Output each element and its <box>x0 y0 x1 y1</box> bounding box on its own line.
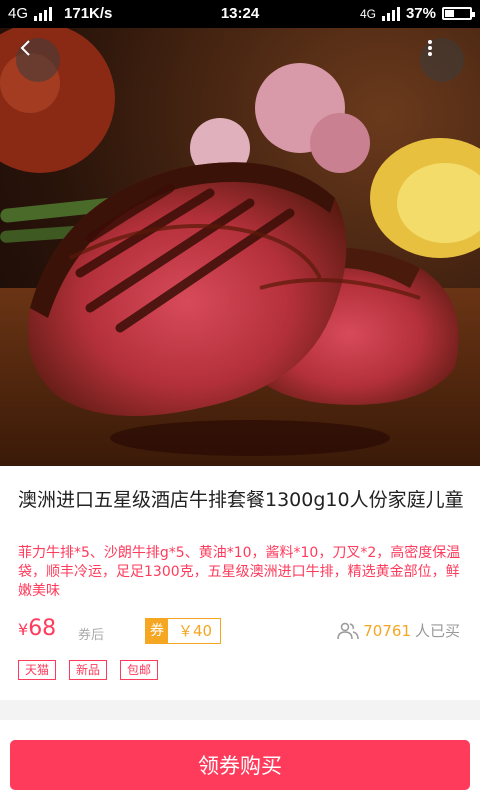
more-vertical-icon <box>428 40 432 56</box>
sold-suffix: 人已买 <box>414 622 460 640</box>
battery-icon <box>442 7 475 20</box>
steak-illustration <box>0 28 480 466</box>
signal-icon-right <box>381 6 400 21</box>
product-info: 澳洲进口五星级酒店牛排套餐1300g10人份家庭儿童 菲力牛排*5、沙朗牛排g*… <box>0 466 480 700</box>
tag-new: 新品 <box>69 660 108 680</box>
battery-percent: 37% <box>405 5 436 22</box>
chevron-left-icon <box>20 40 30 56</box>
users-icon <box>337 622 360 639</box>
bottom-bar: 领券购买 <box>0 720 480 800</box>
coupon-badge: 券 ￥40 <box>145 618 222 644</box>
coupon-value: ￥40 <box>178 622 213 640</box>
sold-count: 70761 <box>363 621 411 640</box>
price: ¥68 <box>18 616 56 641</box>
price-value: 68 <box>28 616 57 641</box>
price-row: ¥68 券后 券 ￥40 70761 人已买 <box>18 616 468 646</box>
back-button[interactable] <box>16 38 60 82</box>
status-right: 4G 37% <box>359 5 475 22</box>
product-description: 菲力牛排*5、沙朗牛排g*5、黄油*10，酱料*10，刀叉*2，高密度保温袋，顺… <box>18 545 461 599</box>
sold-info: 70761 人已买 <box>337 620 460 641</box>
battery-fill <box>445 10 454 17</box>
more-button[interactable] <box>420 38 464 82</box>
product-title: 澳洲进口五星级酒店牛排套餐1300g10人份家庭儿童 <box>18 489 464 511</box>
price-symbol: ¥ <box>18 620 29 639</box>
tag-list: 天猫 新品 包邮 <box>18 660 159 680</box>
network-type-right: 4G <box>359 6 376 21</box>
tag-tmall: 天猫 <box>18 660 57 680</box>
product-image <box>0 28 480 466</box>
get-coupon-buy-button[interactable]: 领券购买 <box>10 740 470 790</box>
price-suffix: 券后 <box>78 628 105 643</box>
tag-free-shipping: 包邮 <box>120 660 159 680</box>
status-bar: 4G 171K/s 13:24 4G 37% <box>0 0 480 28</box>
coupon-tag: 券 <box>146 619 168 643</box>
